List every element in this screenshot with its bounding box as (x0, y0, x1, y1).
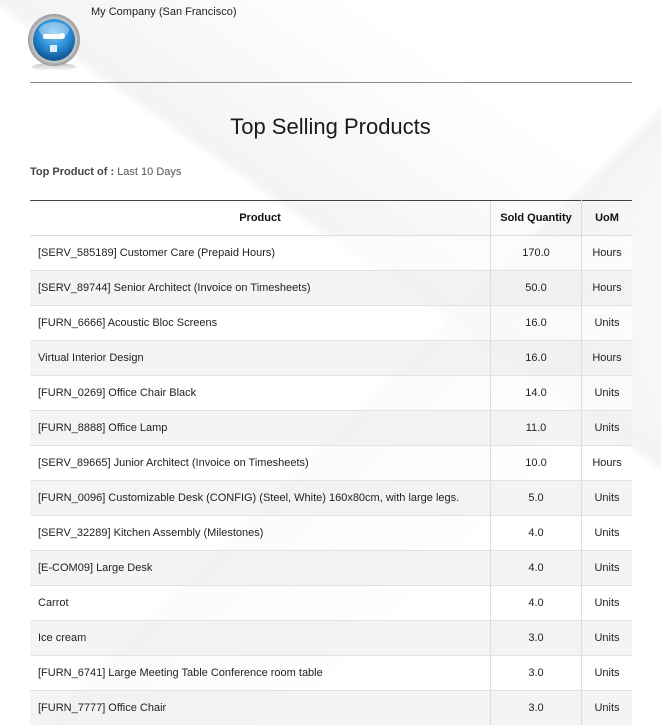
table-row: [SERV_89665] Junior Architect (Invoice o… (30, 445, 632, 481)
quantity-cell: 4.0 (490, 515, 582, 551)
page-title: Top Selling Products (230, 114, 431, 139)
uom-cell: Units (581, 585, 632, 621)
report-header: My Company (San Francisco) (28, 0, 632, 83)
table-row: [FURN_0096] Customizable Desk (CONFIG) (… (30, 480, 632, 516)
product-cell: Carrot (30, 585, 491, 621)
uom-cell: Units (581, 515, 632, 551)
product-cell: [E-COM09] Large Desk (30, 550, 491, 586)
uom-cell: Units (581, 480, 632, 516)
table-row: [SERV_32289] Kitchen Assembly (Milestone… (30, 515, 632, 551)
header-product: Product (30, 200, 491, 236)
table-row: [E-COM09] Large Desk 4.0 Units (30, 550, 632, 586)
quantity-cell: 170.0 (490, 235, 582, 271)
product-cell: [SERV_89744] Senior Architect (Invoice o… (30, 270, 491, 306)
table-row: [FURN_6741] Large Meeting Table Conferen… (30, 655, 632, 691)
table-row: Virtual Interior Design 16.0 Hours (30, 340, 632, 376)
uom-cell: Units (581, 690, 632, 725)
filter-value: Last 10 Days (117, 166, 182, 178)
uom-cell: Units (581, 550, 632, 586)
uom-cell: Hours (581, 235, 632, 271)
product-cell: [SERV_32289] Kitchen Assembly (Milestone… (30, 515, 491, 551)
table-row: [FURN_6666] Acoustic Bloc Screens 16.0 Uni… (30, 305, 632, 341)
quantity-cell: 11.0 (490, 410, 582, 446)
quantity-cell: 10.0 (490, 445, 582, 481)
header-sold-quantity: Sold Quantity (490, 200, 582, 236)
company-name: My Company (San Francisco) (91, 6, 237, 18)
table-header-row: Product Sold Quantity UoM (30, 200, 632, 236)
table-row: [SERV_585189] Customer Care (Prepaid Hou… (30, 235, 632, 271)
table-row: [FURN_0269] Office Chair Black 14.0 Units (30, 375, 632, 411)
uom-cell: Units (581, 410, 632, 446)
table-row: Carrot 4.0 Units (30, 585, 632, 621)
product-cell: [SERV_89665] Junior Architect (Invoice o… (30, 445, 491, 481)
uom-cell: Units (581, 375, 632, 411)
product-cell: [FURN_0269] Office Chair Black (30, 375, 491, 411)
product-cell: [SERV_585189] Customer Care (Prepaid Hou… (30, 235, 491, 271)
filter-label: Top Product of : (30, 166, 115, 178)
quantity-cell: 16.0 (490, 305, 582, 341)
product-cell: [FURN_8888] Office Lamp (30, 410, 491, 446)
quantity-cell: 14.0 (490, 375, 582, 411)
report-page: My Company (San Francisco) Top Selling P… (0, 0, 661, 725)
product-cell: [FURN_7777] Office Chair (30, 690, 491, 725)
quantity-cell: 3.0 (490, 655, 582, 691)
report-filter: Top Product of : Last 10 Days (30, 166, 181, 178)
uom-cell: Units (581, 655, 632, 691)
header-uom: UoM (581, 200, 632, 236)
uom-cell: Hours (581, 270, 632, 306)
quantity-cell: 3.0 (490, 690, 582, 725)
quantity-cell: 4.0 (490, 550, 582, 586)
quantity-cell: 5.0 (490, 480, 582, 516)
product-cell: [FURN_6741] Large Meeting Table Conferen… (30, 655, 491, 691)
table-row: [FURN_8888] Office Lamp 11.0 Units (30, 410, 632, 446)
uom-cell: Hours (581, 445, 632, 481)
product-cell: Virtual Interior Design (30, 340, 491, 376)
quantity-cell: 50.0 (490, 270, 582, 306)
uom-cell: Units (581, 620, 632, 656)
products-table: Product Sold Quantity UoM [SERV_585189] … (30, 200, 632, 725)
table-row: [FURN_7777] Office Chair 3.0 Units (30, 690, 632, 725)
product-cell: [FURN_0096] Customizable Desk (CONFIG) (… (30, 480, 491, 516)
product-cell: Ice cream (30, 620, 491, 656)
table-row: [SERV_89744] Senior Architect (Invoice o… (30, 270, 632, 306)
uom-cell: Hours (581, 340, 632, 376)
quantity-cell: 3.0 (490, 620, 582, 656)
product-cell: [FURN_6666] Acoustic Bloc Screens (30, 305, 491, 341)
quantity-cell: 4.0 (490, 585, 582, 621)
company-logo-icon (28, 14, 80, 71)
uom-cell: Units (581, 305, 632, 341)
quantity-cell: 16.0 (490, 340, 582, 376)
table-row: Ice cream 3.0 Units (30, 620, 632, 656)
